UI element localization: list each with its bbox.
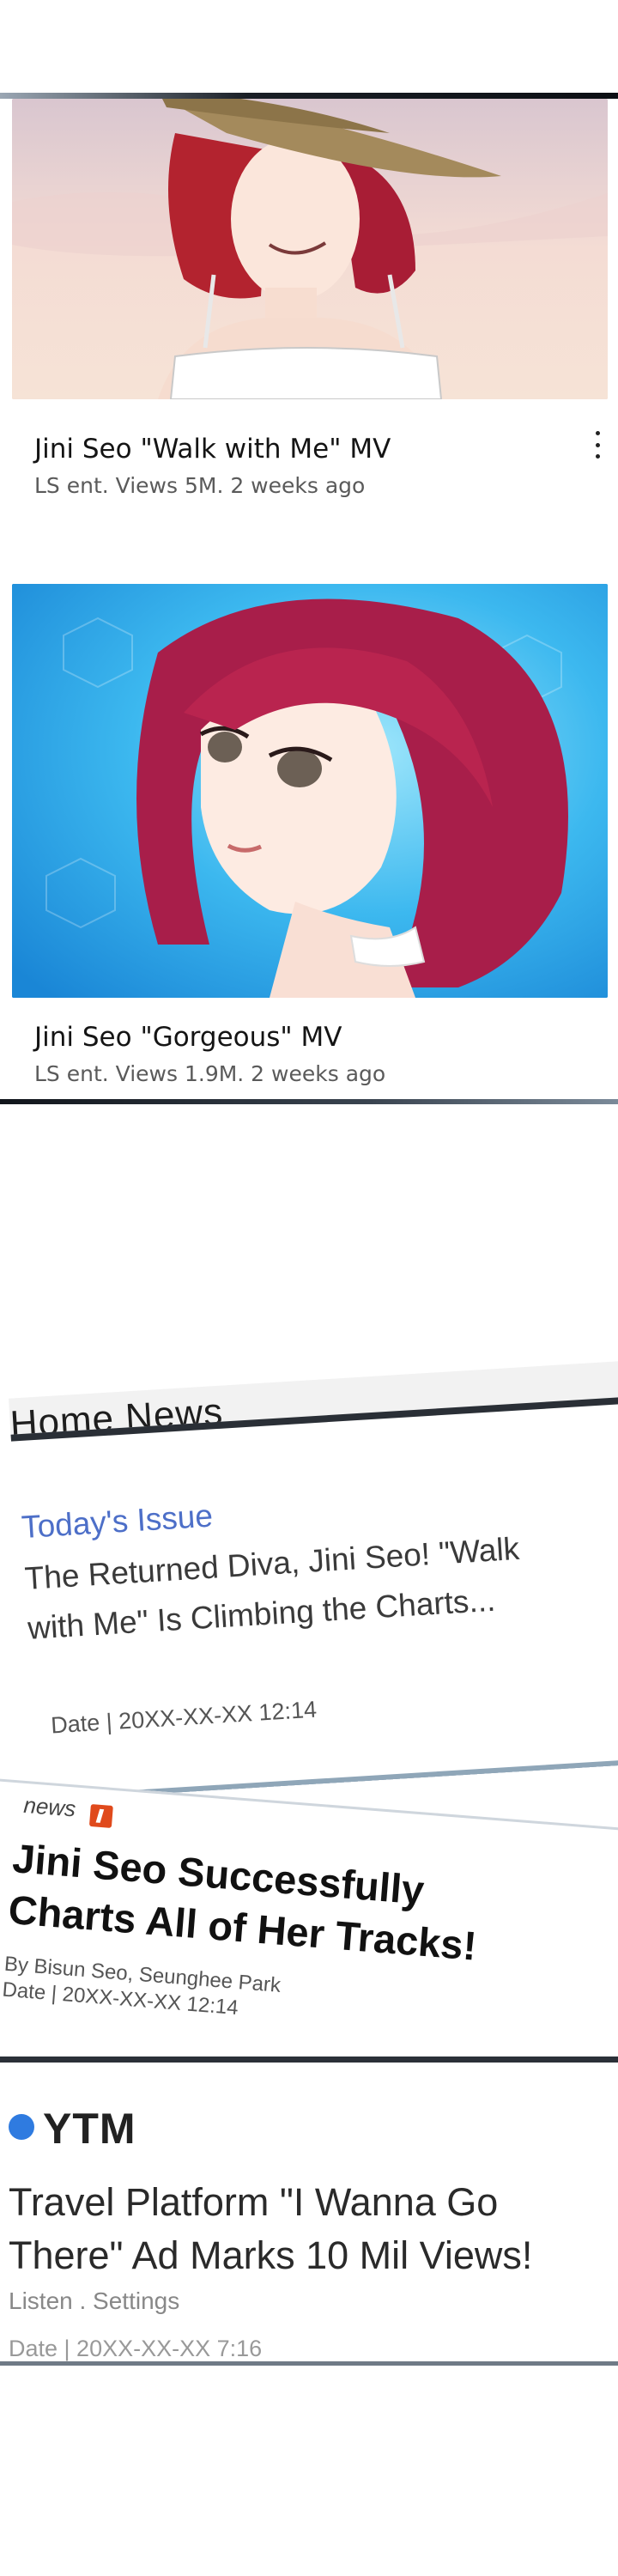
illustration-redhair-girl xyxy=(12,584,608,998)
video-title[interactable]: Jini Seo "Gorgeous" MV xyxy=(34,1022,342,1053)
video-title[interactable]: Jini Seo "Walk with Me" MV xyxy=(34,434,391,465)
video-meta: LS ent. Views 1.9M. 2 weeks ago xyxy=(34,1061,386,1086)
ytm-logo-dot-icon xyxy=(9,2114,34,2140)
home-news-header: Home News xyxy=(8,1359,618,1442)
news-tag: news xyxy=(22,1791,77,1822)
illustration-sunhat-girl xyxy=(12,99,608,399)
todays-issue-label[interactable]: Today's Issue xyxy=(21,1498,214,1546)
ytm-card[interactable]: YTM Travel Platform "I Wanna Go There" A… xyxy=(0,2057,618,2366)
news-headline[interactable]: Jini Seo Successfully Charts All of Her … xyxy=(7,1832,562,1978)
more-options-icon[interactable] xyxy=(587,428,608,462)
home-news-card[interactable]: Home News Today's Issue The Returned Div… xyxy=(0,1359,618,1803)
issue-headline[interactable]: The Returned Diva, Jini Seo! "Walk with … xyxy=(23,1521,578,1654)
feed-top-border xyxy=(0,93,618,99)
ytm-headline[interactable]: Travel Platform "I Wanna Go There" Ad Ma… xyxy=(9,2176,609,2282)
issue-date: Date | 20XX-XX-XX 12:14 xyxy=(50,1696,318,1739)
video-meta: LS ent. Views 5M. 2 weeks ago xyxy=(34,473,366,498)
video-thumbnail-walk-with-me[interactable] xyxy=(12,99,608,399)
feed-bottom-border xyxy=(0,1099,618,1104)
home-news-title: Home News xyxy=(9,1390,225,1442)
ytm-logo: YTM xyxy=(43,2105,136,2153)
ytm-date: Date | 20XX-XX-XX 7:16 xyxy=(9,2336,263,2361)
video-thumbnail-gorgeous[interactable] xyxy=(12,584,608,998)
ytm-listen-settings[interactable]: Listen . Settings xyxy=(9,2287,179,2315)
news-badge-icon xyxy=(88,1803,113,1828)
